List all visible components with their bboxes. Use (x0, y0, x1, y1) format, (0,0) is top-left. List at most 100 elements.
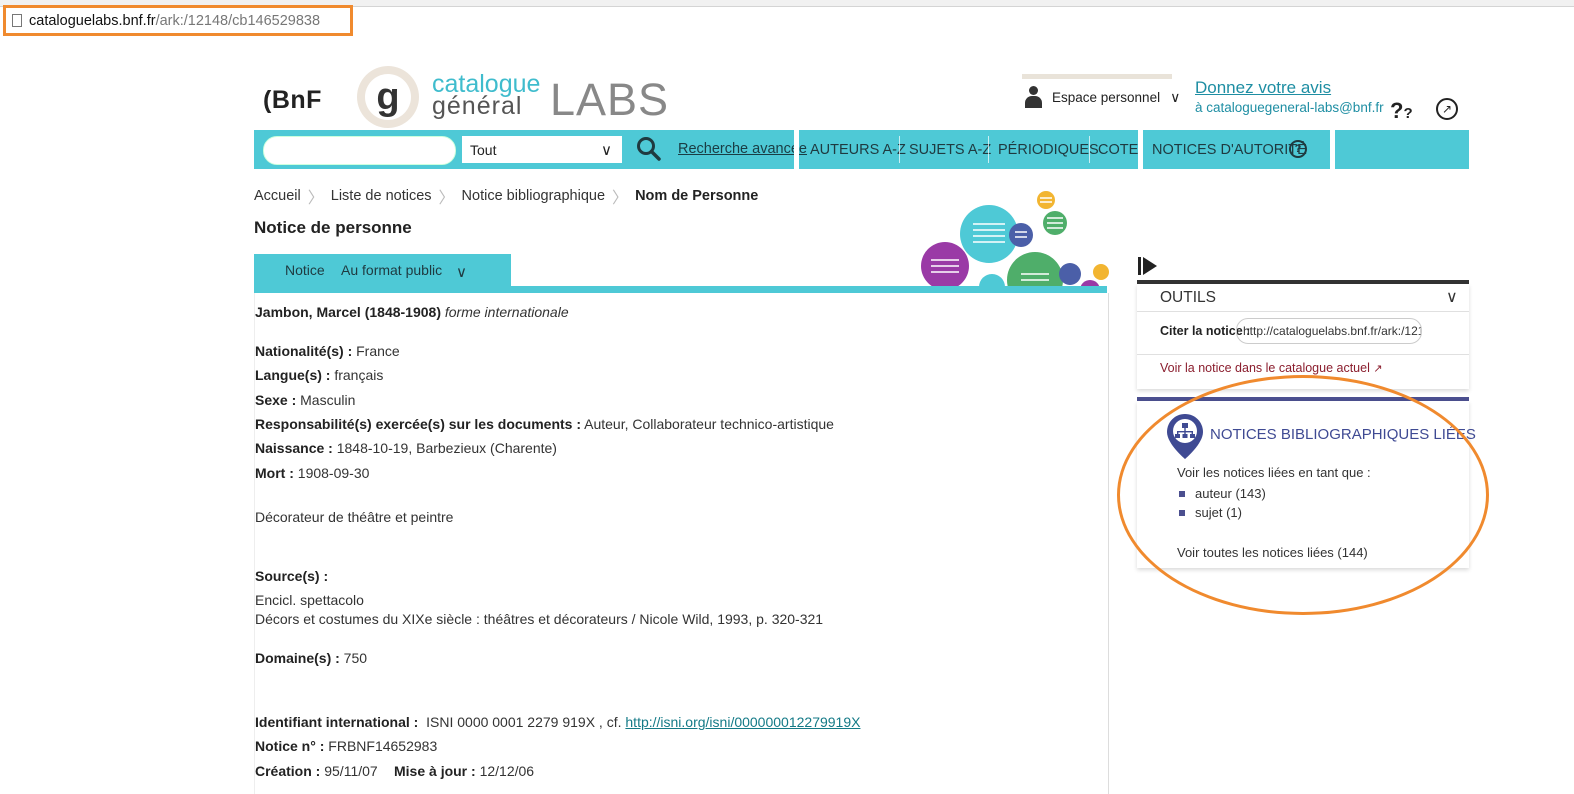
field-mort: Mort : 1908-09-30 (255, 465, 369, 481)
nav-separator (794, 130, 799, 169)
field-label: Naissance : (255, 440, 333, 456)
nav-separator (1330, 130, 1335, 169)
breadcrumb-accueil[interactable]: Accueil (254, 188, 301, 204)
search-input[interactable] (263, 136, 456, 165)
name-form: forme internationale (444, 304, 569, 320)
collapse-sidebar-icon[interactable] (1138, 256, 1158, 276)
speech-bubbles-illustration (921, 191, 1109, 292)
person-name: Jambon, Marcel (1848-1908) (255, 304, 441, 320)
field-value: 1908-09-30 (293, 465, 370, 481)
url-path: /ark:/12148/cb146529838 (155, 12, 321, 29)
bnf-logo[interactable]: (BnF (263, 86, 322, 115)
field-value: FRBNF14652983 (324, 738, 438, 754)
field-value: France (352, 343, 400, 359)
field-label: Notice n° : (255, 738, 325, 754)
nav-sujets[interactable]: SUJETS A-Z (909, 142, 991, 158)
sources-label: Source(s) : (255, 568, 328, 584)
citer-input[interactable]: http://cataloguelabs.bnf.fr/ark:/12148/c… (1236, 318, 1422, 344)
field-label: Responsabilité(s) exercée(s) sur les doc… (255, 416, 581, 432)
breadcrumb-separator: 〉 (307, 190, 324, 207)
field-label: Source(s) : (255, 568, 329, 584)
field-value: 12/12/06 (475, 763, 535, 779)
field-label: Mise à jour : (394, 763, 476, 779)
nav-periodiques[interactable]: PÉRIODIQUES (998, 142, 1099, 158)
field-value: français (330, 367, 384, 383)
chevron-down-icon: ∨ (601, 141, 612, 159)
breadcrumb: Accueil 〉 Liste de notices 〉 Notice bibl… (254, 184, 758, 208)
chevron-down-icon[interactable]: ∨ (1446, 287, 1458, 307)
tab-format-public[interactable]: Au format public (341, 262, 442, 278)
highlight-ellipse (1117, 375, 1489, 615)
field-value: 750 (339, 650, 368, 666)
address-bar[interactable]: cataloguelabs.bnf.fr/ark:/12148/cb146529… (3, 5, 353, 36)
field-domaine: Domaine(s) : 750 (255, 650, 367, 666)
nav-divider (899, 136, 900, 163)
breadcrumb-liste[interactable]: Liste de notices (331, 188, 432, 204)
notice-heading: Jambon, Marcel (1848-1908) forme interna… (255, 304, 569, 320)
catalogue-logo-icon[interactable]: g (357, 66, 419, 128)
tab-notice[interactable]: Notice (285, 262, 325, 278)
field-value: Masculin (296, 392, 356, 408)
logo-text-labs: LABS (550, 74, 670, 125)
isni-link[interactable]: http://isni.org/isni/000000012279919X (625, 714, 860, 730)
divider (1137, 311, 1469, 312)
espace-personnel-label: Espace personnel (1052, 89, 1161, 105)
search-icon[interactable] (636, 136, 662, 162)
field-responsabilite: Responsabilité(s) exercée(s) sur les doc… (255, 416, 834, 432)
breadcrumb-separator: 〉 (612, 190, 629, 207)
page-title: Notice de personne (254, 218, 412, 237)
nav-cote[interactable]: COTE (1098, 142, 1138, 158)
field-label: Mort : (255, 465, 294, 481)
field-value: ISNI 0000 0001 2279 919X , cf. (418, 714, 626, 730)
field-notice-no: Notice n° : FRBNF14652983 (255, 738, 437, 754)
question-icon[interactable]: ? (1289, 140, 1307, 158)
field-label: Domaine(s) : (255, 650, 340, 666)
breadcrumb-notice-biblio[interactable]: Notice bibliographique (462, 188, 606, 204)
field-value: 95/11/07 (320, 763, 378, 779)
avis-email-link[interactable]: à cataloguegeneral-labs@bnf.fr (1195, 100, 1384, 115)
divider (1137, 354, 1469, 355)
outils-title[interactable]: OUTILS (1160, 289, 1216, 307)
source-item: Encicl. spettacolo (255, 592, 364, 608)
logo-text-general: général (432, 92, 523, 120)
nav-separator (1138, 130, 1143, 169)
person-icon (1024, 86, 1042, 108)
breadcrumb-current: Nom de Personne (635, 188, 759, 204)
field-value: 1848-10-19, Barbezieux (Charente) (332, 440, 557, 456)
field-naissance: Naissance : 1848-10-19, Barbezieux (Char… (255, 440, 557, 456)
field-sexe: Sexe : Masculin (255, 392, 355, 408)
field-langue: Langue(s) : français (255, 367, 383, 383)
catalogue-logo-letter: g (365, 74, 411, 120)
help-label: ? (1390, 98, 1404, 123)
breadcrumb-separator: 〉 (438, 190, 455, 207)
advanced-search-link[interactable]: Recherche avancée (678, 141, 807, 157)
nav-divider (988, 136, 989, 163)
espace-bar (1022, 74, 1172, 79)
field-label: Création : (255, 763, 321, 779)
tab-underline (254, 286, 1107, 293)
field-value: Auteur, Collaborateur technico-artistiqu… (581, 416, 834, 432)
source-item: Décors et costumes du XIXe siècle : théâ… (255, 611, 824, 627)
espace-personnel-button[interactable]: Espace personnel ∨ (1024, 86, 1180, 108)
field-label: Langue(s) : (255, 367, 331, 383)
search-scope-value: Tout (470, 141, 497, 158)
nav-auteurs[interactable]: AUTEURS A-Z (810, 142, 906, 158)
field-label: Identifiant international : (255, 714, 419, 730)
field-label: Sexe : (255, 392, 297, 408)
donnez-avis-link[interactable]: Donnez votre avis (1195, 78, 1331, 98)
chevron-down-icon[interactable]: ∨ (456, 263, 467, 281)
page-icon (12, 14, 22, 27)
field-nationalite: Nationalité(s) : France (255, 343, 400, 359)
compass-icon[interactable]: ↗ (1436, 98, 1458, 120)
nav-notices-autorite[interactable]: NOTICES D'AUTORITÉ (1152, 142, 1307, 158)
description: Décorateur de théâtre et peintre (255, 509, 454, 525)
field-identifiant: Identifiant international : ISNI 0000 00… (255, 714, 860, 730)
voir-catalogue-link[interactable]: Voir la notice dans le catalogue actuel … (1160, 361, 1383, 375)
voir-catalogue-label: Voir la notice dans le catalogue actuel (1160, 361, 1370, 375)
field-creation: Création : 95/11/07 (255, 763, 378, 779)
external-link-icon: ↗ (1373, 363, 1383, 375)
help-icon[interactable]: ?? (1390, 98, 1413, 124)
url-host: cataloguelabs.bnf.fr (29, 12, 156, 29)
nav-divider (1089, 136, 1090, 163)
search-scope-select[interactable]: Tout ∨ (462, 136, 622, 163)
